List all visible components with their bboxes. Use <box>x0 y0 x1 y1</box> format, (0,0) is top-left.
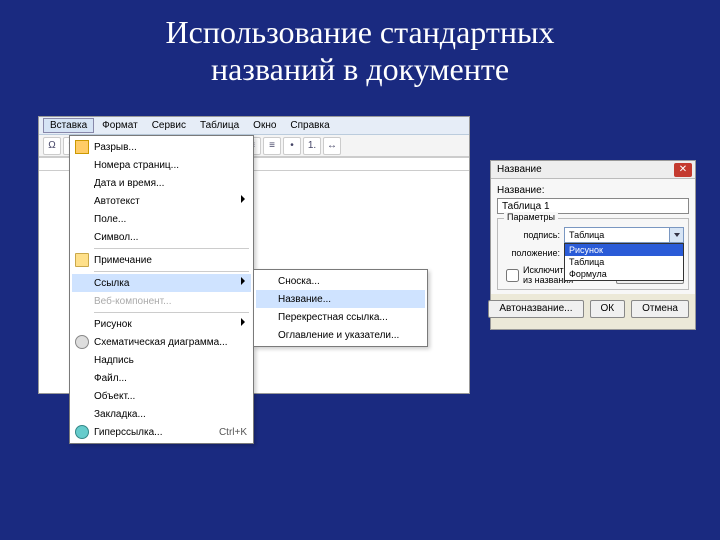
menu-item-label: Дата и время... <box>94 178 164 189</box>
submenu-item[interactable]: Оглавление и указатели... <box>256 326 425 344</box>
row-position-label: положение: <box>502 248 560 258</box>
menu-item[interactable]: Поле... <box>72 210 251 228</box>
chevron-right-icon <box>241 318 245 326</box>
close-button[interactable]: ✕ <box>674 163 692 177</box>
menu-help[interactable]: Справка <box>284 119 335 132</box>
dialog-button-bar: Автоназвание... ОК Отмена <box>491 294 695 324</box>
menu-item[interactable]: Гиперссылка... Ctrl+K <box>72 423 251 441</box>
caption-dialog: Название ✕ Название: Параметры подпись: … <box>490 160 696 330</box>
menubar: Вставка Формат Сервис Таблица Окно Справ… <box>39 117 469 135</box>
dialog-title: Название <box>497 164 542 175</box>
menu-item-label: Файл... <box>94 373 127 384</box>
menu-format[interactable]: Формат <box>96 119 144 132</box>
combo-option[interactable]: Таблица <box>565 256 683 268</box>
folder-icon <box>75 253 89 267</box>
menu-item[interactable]: Дата и время... <box>72 174 251 192</box>
submenu-item[interactable]: Перекрестная ссылка... <box>256 308 425 326</box>
cancel-button[interactable]: Отмена <box>631 300 689 318</box>
insert-menu: Разрыв... Номера страниц... Дата и время..… <box>69 135 254 444</box>
chevron-right-icon <box>241 195 245 203</box>
menu-item[interactable]: Файл... <box>72 369 251 387</box>
auto-caption-button[interactable]: Автоназвание... <box>488 300 583 318</box>
slide-title: Использование стандартных названий в док… <box>0 0 720 88</box>
menu-item-label: Разрыв... <box>94 142 137 153</box>
row-caption-label: подпись: <box>502 230 560 240</box>
menu-vstavka[interactable]: Вставка <box>43 118 94 133</box>
submenu-item[interactable]: Сноска... <box>256 272 425 290</box>
menu-item-label: Рисунок <box>94 319 132 330</box>
menu-item-label: Надпись <box>94 355 134 366</box>
menu-item-label: Поле... <box>94 214 126 225</box>
caption-type-combo[interactable]: Таблица РисунокТаблицаФормула <box>564 227 684 243</box>
menu-item[interactable]: Автотекст <box>72 192 251 210</box>
menu-item[interactable]: Рисунок <box>72 315 251 333</box>
menu-item-label: Ссылка <box>94 278 129 289</box>
menu-item-label: Схематическая диаграмма... <box>94 337 228 348</box>
menu-item[interactable]: Надпись <box>72 351 251 369</box>
menu-item[interactable]: Номера страниц... <box>72 156 251 174</box>
menu-item[interactable]: Символ... <box>72 228 251 246</box>
menu-item-label: Номера страниц... <box>94 160 179 171</box>
toolbar-button[interactable]: ↔ <box>323 137 341 155</box>
menu-item[interactable]: Объект... <box>72 387 251 405</box>
menu-window[interactable]: Окно <box>247 119 282 132</box>
menu-item[interactable]: Разрыв... <box>72 138 251 156</box>
toolbar-button[interactable]: ≡ <box>263 137 281 155</box>
menu-item-label: Автотекст <box>94 196 140 207</box>
menu-item[interactable]: Схематическая диаграмма... <box>72 333 251 351</box>
globe-icon <box>75 425 89 439</box>
toolbar-button[interactable]: Ω <box>43 137 61 155</box>
menu-item[interactable]: Ссылка <box>72 274 251 292</box>
submenu-item-label: Название... <box>278 294 331 305</box>
toolbar-button[interactable]: 1. <box>303 137 321 155</box>
chevron-down-icon[interactable] <box>669 228 683 242</box>
params-group-title: Параметры <box>504 212 558 222</box>
menu-table[interactable]: Таблица <box>194 119 245 132</box>
menu-item-label: Гиперссылка... <box>94 427 163 438</box>
menu-item[interactable]: Закладка... <box>72 405 251 423</box>
submenu-item[interactable]: Название... <box>256 290 425 308</box>
params-group: Параметры подпись: Таблица РисунокТаблиц… <box>497 218 689 290</box>
reference-submenu: Сноска... Название... Перекрестная ссылка.… <box>253 269 428 347</box>
toolbar-button[interactable]: • <box>283 137 301 155</box>
caption-field-label: Название: <box>497 185 689 196</box>
menu-item[interactable]: Примечание <box>72 251 251 269</box>
chevron-right-icon <box>241 277 245 285</box>
menu-shortcut: Ctrl+K <box>209 427 247 438</box>
combo-dropdown: РисунокТаблицаФормула <box>564 243 684 281</box>
menu-item-label: Закладка... <box>94 409 146 420</box>
square-icon <box>75 140 89 154</box>
combo-option[interactable]: Формула <box>565 268 683 280</box>
dialog-title-bar: Название ✕ <box>491 161 695 179</box>
combo-option[interactable]: Рисунок <box>565 244 683 256</box>
ok-button[interactable]: ОК <box>590 300 626 318</box>
menu-service[interactable]: Сервис <box>146 119 192 132</box>
submenu-item-label: Сноска... <box>278 276 320 287</box>
menu-item[interactable]: Веб-компонент... <box>72 292 251 310</box>
submenu-item-label: Оглавление и указатели... <box>278 330 399 341</box>
word-app-screenshot: Вставка Формат Сервис Таблица Окно Справ… <box>38 116 470 394</box>
submenu-item-label: Перекрестная ссылка... <box>278 312 388 323</box>
menu-item-label: Веб-компонент... <box>94 296 172 307</box>
menu-item-label: Примечание <box>94 255 152 266</box>
combo-selected: Таблица <box>569 230 604 240</box>
exclude-checkbox[interactable] <box>506 269 519 282</box>
menu-item-label: Объект... <box>94 391 135 402</box>
menu-item-label: Символ... <box>94 232 138 243</box>
dot-icon <box>75 335 89 349</box>
